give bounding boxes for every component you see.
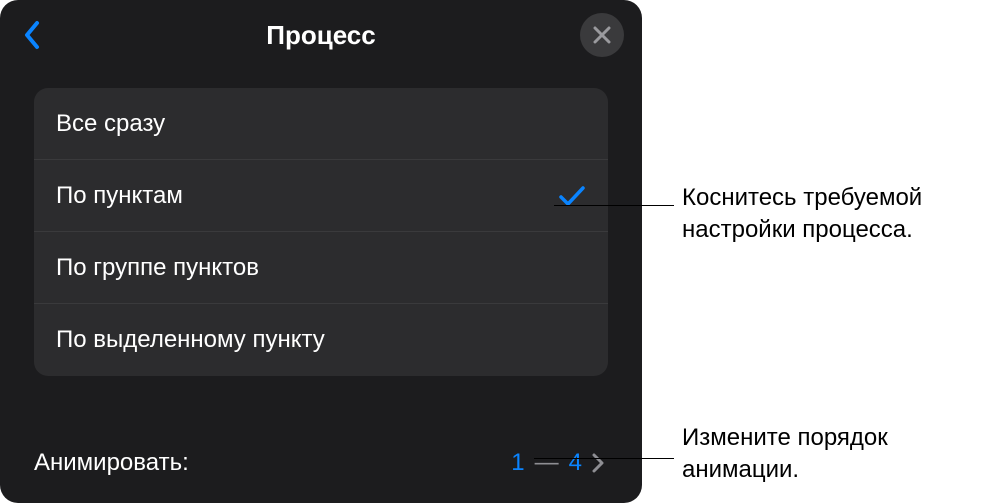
delivery-options-list: Все сразу По пунктам По группе пунктов П… — [34, 88, 608, 376]
option-by-bullet[interactable]: По пунктам — [34, 160, 608, 232]
close-button[interactable] — [580, 13, 624, 57]
option-label: По пунктам — [56, 182, 183, 210]
option-label: По группе пунктов — [56, 254, 259, 282]
callout-leader-line — [534, 458, 674, 459]
close-icon — [593, 26, 611, 44]
option-label: По выделенному пункту — [56, 326, 325, 354]
callout-leader-line — [554, 205, 674, 206]
option-all-at-once[interactable]: Все сразу — [34, 88, 608, 160]
animate-from: 1 — [511, 449, 524, 477]
panel-header: Процесс — [0, 0, 642, 70]
animate-range: 1 — 4 — [511, 449, 608, 477]
back-button[interactable] — [18, 17, 46, 53]
chevron-right-icon — [592, 451, 608, 475]
option-by-highlighted-bullet[interactable]: По выделенному пункту — [34, 304, 608, 376]
callout-setting: Коснитесь требуемой настройки процесса. — [682, 182, 995, 247]
option-label: Все сразу — [56, 110, 165, 138]
process-settings-panel: Процесс Все сразу По пунктам По группе п… — [0, 0, 642, 503]
animate-to: 4 — [569, 449, 582, 477]
option-by-bullet-group[interactable]: По группе пунктов — [34, 232, 608, 304]
callout-order: Измените порядок анимации. — [682, 422, 995, 487]
animate-order-row[interactable]: Анимировать: 1 — 4 — [0, 423, 642, 503]
range-dash: — — [535, 449, 559, 477]
chevron-left-icon — [23, 20, 41, 50]
panel-title: Процесс — [266, 20, 375, 51]
animate-label: Анимировать: — [34, 449, 189, 477]
annotation-layer: Коснитесь требуемой настройки процесса. … — [642, 0, 995, 503]
